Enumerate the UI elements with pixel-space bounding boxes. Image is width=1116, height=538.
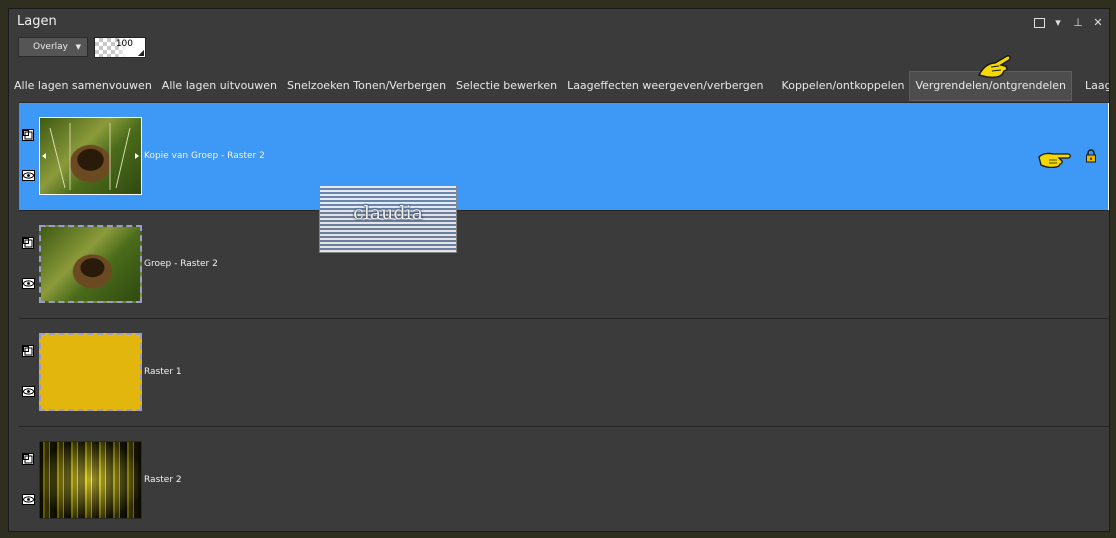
pointing-hand-icon <box>977 55 1011 79</box>
blend-mode-value: Overlay <box>33 42 68 52</box>
watermark-text: claudia <box>353 202 423 224</box>
eye-icon[interactable] <box>22 386 35 397</box>
layer-thumbnail[interactable] <box>39 225 142 303</box>
eye-icon[interactable] <box>22 170 35 181</box>
maximize-icon[interactable] <box>1034 17 1045 28</box>
window-controls: ▾ ⊥ ✕ <box>1034 16 1105 29</box>
layer-row[interactable]: Raster 2 <box>19 427 1109 531</box>
layer-effects-toggle-button[interactable]: Laageffecten weergeven/verbergen <box>562 71 768 101</box>
eye-icon[interactable] <box>22 494 35 505</box>
layer-styles-button[interactable]: Laagstijlen <box>1080 71 1109 101</box>
layer-name[interactable]: Raster 2 <box>144 475 182 485</box>
palette-title: Lagen <box>17 14 57 29</box>
collapse-all-button[interactable]: Alle lagen samenvouwen <box>9 71 157 101</box>
layer-thumbnail[interactable] <box>39 117 142 195</box>
layer-row[interactable]: Groep - Raster 2 <box>19 211 1109 319</box>
opacity-field[interactable]: 100 ◢ <box>94 37 146 58</box>
resize-grip-icon: ◢ <box>137 48 144 57</box>
blend-mode-select[interactable]: Overlay ▼ <box>18 37 88 57</box>
layer-name[interactable]: Kopie van Groep - Raster 2 <box>144 151 265 161</box>
pointing-hand-icon <box>1038 152 1071 169</box>
close-icon[interactable]: ✕ <box>1091 16 1105 29</box>
dropdown-icon[interactable]: ▾ <box>1051 16 1065 29</box>
expand-all-button[interactable]: Alle lagen uitvouwen <box>157 71 282 101</box>
layer-thumbnail[interactable] <box>39 333 142 411</box>
layers-toolbar: Alle lagen samenvouwen Alle lagen uitvou… <box>9 71 1109 101</box>
lock-icon[interactable] <box>1085 149 1097 163</box>
layer-row[interactable]: Kopie van Groep - Raster 2 <box>19 103 1109 211</box>
layer-name[interactable]: Groep - Raster 2 <box>144 259 218 269</box>
layer-group-icon[interactable] <box>22 453 34 465</box>
layer-list: Kopie van Groep - Raster 2 Groep - Raste… <box>19 102 1109 531</box>
watermark-logo: claudia <box>319 185 457 253</box>
link-unlink-button[interactable]: Koppelen/ontkoppelen <box>777 71 910 101</box>
layers-palette: Lagen ▾ ⊥ ✕ Overlay ▼ 100 ◢ Alle lagen s… <box>8 8 1110 532</box>
layer-thumbnail[interactable] <box>39 441 142 519</box>
pin-icon[interactable]: ⊥ <box>1071 16 1085 29</box>
layer-name[interactable]: Raster 1 <box>144 367 182 377</box>
layer-group-icon[interactable] <box>22 237 34 249</box>
opacity-value: 100 <box>115 39 133 49</box>
edit-selection-button[interactable]: Selectie bewerken <box>451 71 562 101</box>
chevron-down-icon: ▼ <box>75 43 81 51</box>
layer-group-icon[interactable] <box>22 345 34 357</box>
eye-icon[interactable] <box>22 278 35 289</box>
layer-row[interactable]: Raster 1 <box>19 319 1109 427</box>
quick-search-toggle-button[interactable]: Snelzoeken Tonen/Verbergen <box>282 71 451 101</box>
layer-group-icon[interactable] <box>22 129 34 141</box>
